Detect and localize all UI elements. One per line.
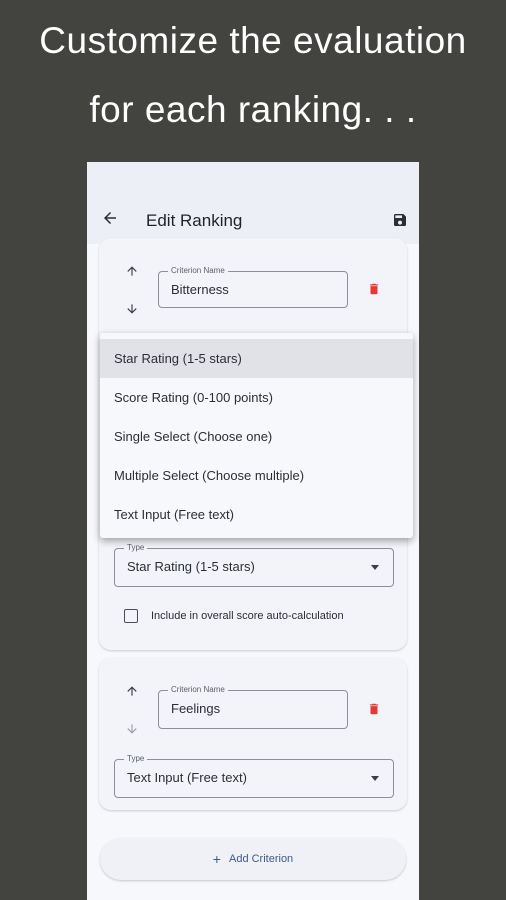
criterion-name-field[interactable]: Criterion Name Bitterness	[158, 266, 348, 308]
criterion-name-value: Bitterness	[171, 282, 229, 297]
criterion-name-value: Feelings	[171, 701, 221, 716]
menu-item-score-rating[interactable]: Score Rating (0-100 points)	[100, 378, 413, 417]
type-value: Star Rating (1-5 stars)	[127, 559, 255, 574]
app-bar: Edit Ranking	[87, 162, 419, 244]
arrow-up-icon[interactable]	[125, 684, 139, 698]
criterion-name-label: Criterion Name	[168, 266, 228, 276]
criterion-name-label: Criterion Name	[168, 685, 228, 695]
auto-calc-label: Include in overall score auto-calculatio…	[151, 610, 344, 622]
page-title: Edit Ranking	[146, 211, 243, 230]
delete-icon[interactable]	[367, 701, 381, 717]
menu-item-single-select[interactable]: Single Select (Choose one)	[100, 417, 413, 456]
add-criterion-button[interactable]: + Add Criterion	[100, 838, 406, 880]
arrow-back-icon[interactable]	[101, 209, 119, 227]
dropdown-caret-icon	[371, 776, 379, 781]
type-select[interactable]: Type Text Input (Free text)	[114, 754, 394, 798]
add-criterion-label: Add Criterion	[228, 853, 294, 865]
save-icon[interactable]	[392, 212, 408, 228]
plus-icon: +	[212, 851, 221, 867]
criterion-name-field[interactable]: Criterion Name Feelings	[158, 685, 348, 729]
menu-item-multiple-select[interactable]: Multiple Select (Choose multiple)	[100, 456, 413, 495]
type-value: Text Input (Free text)	[127, 770, 247, 785]
headline-line-1: Customize the evaluation	[39, 20, 467, 61]
type-select[interactable]: Type Star Rating (1-5 stars)	[114, 543, 394, 587]
criterion-card-2: Criterion Name Feelings Type Text Input …	[99, 658, 407, 810]
arrow-up-icon[interactable]	[125, 264, 139, 278]
menu-item-star-rating[interactable]: Star Rating (1-5 stars)	[100, 339, 413, 378]
delete-icon[interactable]	[367, 281, 381, 297]
type-label: Type	[124, 543, 148, 553]
menu-item-text-input[interactable]: Text Input (Free text)	[100, 495, 413, 534]
dropdown-caret-icon	[371, 565, 379, 570]
type-dropdown-menu: Star Rating (1-5 stars) Score Rating (0-…	[100, 333, 413, 538]
arrow-down-icon[interactable]	[125, 302, 139, 316]
arrow-down-icon[interactable]	[125, 722, 139, 736]
type-label: Type	[124, 754, 148, 764]
auto-calc-checkbox[interactable]	[124, 609, 138, 623]
headline-line-2: for each ranking. . .	[89, 89, 417, 130]
